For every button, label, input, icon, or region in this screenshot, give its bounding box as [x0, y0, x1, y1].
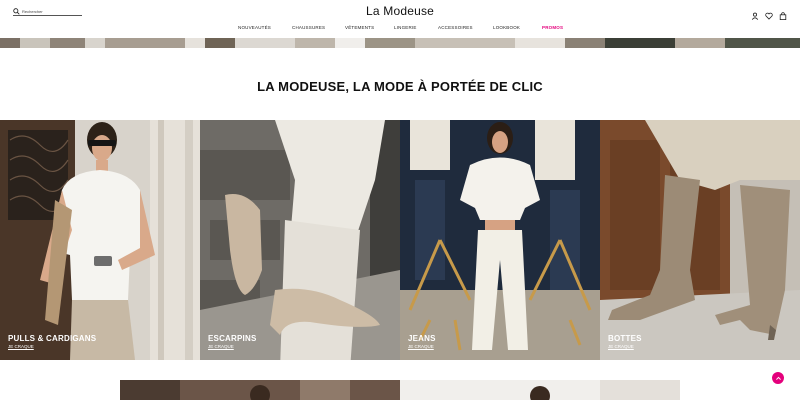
site-logo[interactable]: La Modeuse	[0, 4, 800, 18]
category-image-bottes	[600, 120, 800, 360]
category-image-jeans	[400, 120, 600, 360]
nav-nouveautes[interactable]: NOUVEAUTÉS	[238, 25, 271, 30]
category-cta-link[interactable]: JE CRAQUE	[608, 344, 634, 349]
bottom-image-left[interactable]	[120, 380, 400, 405]
category-image-pulls	[0, 120, 200, 360]
header-icons	[751, 7, 787, 20]
category-cta-link[interactable]: JE CRAQUE	[8, 344, 34, 349]
scroll-to-top-button[interactable]	[772, 372, 784, 384]
nav-vetements[interactable]: VÊTEMENTS	[345, 25, 374, 30]
arrow-up-icon	[775, 376, 781, 380]
category-image-escarpins	[200, 120, 400, 360]
nav-lookbook[interactable]: LOOKBOOK	[493, 25, 520, 30]
nav-promos[interactable]: PROMOS	[542, 25, 563, 30]
category-label: PULLS & CARDIGANS	[8, 334, 97, 343]
nav-lingerie[interactable]: LINGERIE	[394, 25, 417, 30]
category-label: BOTTES	[608, 334, 642, 343]
nav-accessoires[interactable]: ACCESSOIRES	[438, 25, 473, 30]
bottom-image-right-graphic	[400, 380, 680, 405]
bottom-image-right[interactable]	[400, 380, 680, 405]
category-label: JEANS	[408, 334, 436, 343]
category-card-escarpins[interactable]: ESCARPINS JE CRAQUE	[200, 120, 400, 360]
user-icon[interactable]	[751, 7, 759, 20]
category-grid: PULLS & CARDIGANS JE CRAQUE ESCARPINS JE…	[0, 120, 800, 360]
heart-icon[interactable]	[765, 7, 773, 20]
bottom-image-left-graphic	[120, 380, 400, 405]
category-label: ESCARPINS	[208, 334, 257, 343]
category-cta-link[interactable]: JE CRAQUE	[208, 344, 234, 349]
hero-banner-strip[interactable]	[0, 38, 800, 48]
category-card-jeans[interactable]: JEANS JE CRAQUE	[400, 120, 600, 360]
section-title: LA MODEUSE, LA MODE À PORTÉE DE CLIC	[257, 79, 543, 94]
category-cta-link[interactable]: JE CRAQUE	[408, 344, 434, 349]
bag-icon[interactable]	[779, 7, 787, 20]
nav-chaussures[interactable]: CHAUSSURES	[292, 25, 325, 30]
category-card-bottes[interactable]: BOTTES JE CRAQUE	[600, 120, 800, 360]
category-card-pulls[interactable]: PULLS & CARDIGANS JE CRAQUE	[0, 120, 200, 360]
site-header: La Modeuse NOUVEAUTÉS CHAUSSURES VÊTEMEN…	[0, 0, 800, 38]
